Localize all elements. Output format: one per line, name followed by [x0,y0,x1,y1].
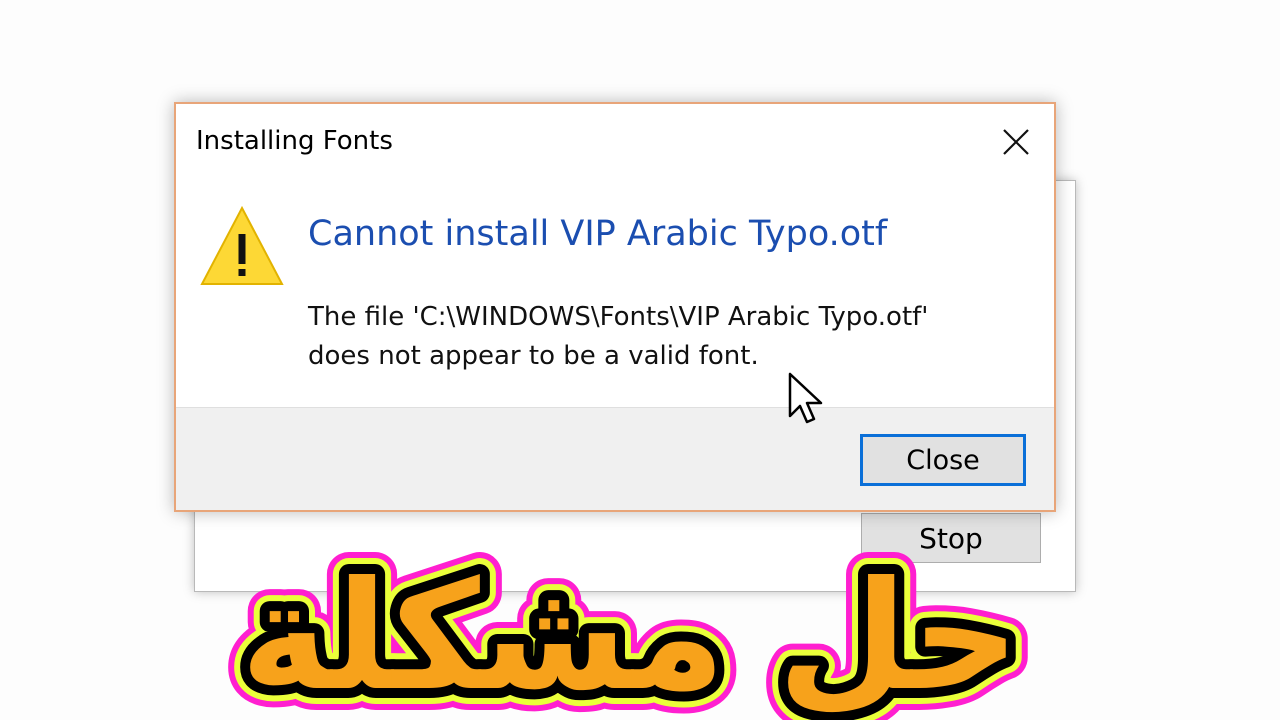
close-icon[interactable] [996,122,1036,162]
arabic-title-text: حل مشكلة [240,550,1019,720]
dialog-title: Installing Fonts [196,126,393,156]
warning-icon [200,204,284,288]
error-dialog: Installing Fonts Cannot install VIP Arab… [174,102,1056,512]
error-message-line2: does not appear to be a valid font. [308,341,759,371]
screen: Stop Installing Fonts Cannot install VIP… [0,0,1280,720]
mouse-cursor-icon [788,372,828,428]
close-button[interactable]: Close [860,434,1026,486]
dialog-titlebar: Installing Fonts [176,104,1054,180]
error-headline: Cannot install VIP Arabic Typo.otf [308,214,888,254]
error-message-line1: The file 'C:\WINDOWS\Fonts\VIP Arabic Ty… [308,302,929,332]
error-message: The file 'C:\WINDOWS\Fonts\VIP Arabic Ty… [308,298,928,376]
dialog-footer: Close [176,407,1054,510]
arabic-title-logo: حل مشكلة حل مشكلة حل مشكلة حل مشكلة [190,508,1070,720]
